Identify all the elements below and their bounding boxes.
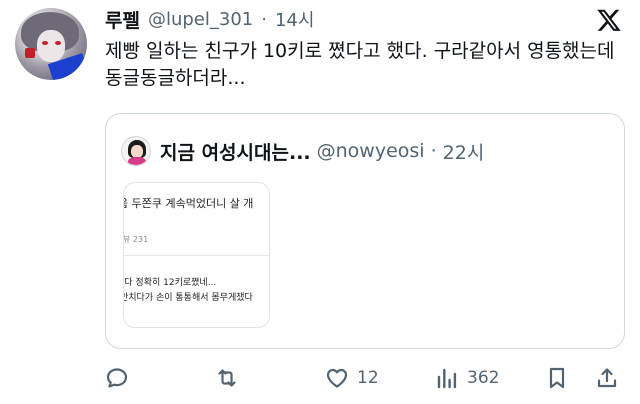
- media-text-line: 만치다가 손이 통통해서 몸무게쟀다: [123, 293, 253, 303]
- quoted-author-handle: @nowyeosi: [316, 140, 425, 162]
- post-text: 제빵 일하는 친구가 10키로 쪘다고 했다. 구라같아서 영통했는데 동글동글…: [105, 40, 615, 89]
- author-avatar[interactable]: [15, 8, 87, 80]
- views-count: 362: [467, 368, 500, 388]
- quoted-post-header: 지금 여성시대는... @nowyeosi · 22시: [160, 136, 484, 166]
- like-button[interactable]: 12: [325, 365, 379, 391]
- heart-icon: [326, 368, 348, 388]
- quoted-post[interactable]: 지금 여성시대는... @nowyeosi · 22시 움 두쫀쿠 계속먹었더니…: [105, 113, 625, 349]
- views-icon: [437, 368, 457, 389]
- avatar-face: [37, 30, 65, 62]
- author-display-name[interactable]: 루펠: [105, 6, 140, 33]
- repost-icon: [218, 369, 236, 387]
- x-logo-icon: [597, 9, 621, 31]
- avatar-eye: [55, 41, 61, 45]
- bookmark-button[interactable]: [545, 365, 569, 391]
- post-header: 루펠 @lupel_301 · 14시: [105, 6, 314, 32]
- media-text-line: 움 두쫀쿠 계속먹었더니 살 개: [123, 197, 254, 210]
- avatar-accent: [25, 48, 35, 58]
- media-divider: [124, 255, 269, 256]
- post-time[interactable]: 14시: [275, 6, 314, 32]
- quoted-author-name: 지금 여성시대는...: [160, 141, 311, 164]
- share-icon: [597, 368, 617, 388]
- reply-icon: [106, 368, 128, 388]
- media-stat: 뷰 231: [123, 235, 149, 244]
- reply-button[interactable]: [105, 365, 129, 391]
- avatar-eye: [42, 41, 48, 45]
- author-handle[interactable]: @lupel_301: [148, 9, 253, 30]
- quoted-media-image[interactable]: 움 두쫀쿠 계속먹었더니 살 개 뷰 231 된다 정확히 12키로쪘네... …: [123, 182, 270, 328]
- quoted-header-separator: ·: [430, 140, 437, 162]
- like-count: 12: [357, 368, 379, 388]
- bookmark-icon: [549, 367, 565, 389]
- quoted-avatar-body: [128, 157, 146, 165]
- views-button[interactable]: 362: [435, 365, 499, 391]
- repost-button[interactable]: [215, 365, 239, 391]
- quoted-author-avatar: [121, 136, 151, 166]
- quoted-post-time: 22시: [442, 141, 485, 164]
- action-bar: 12 362: [105, 365, 625, 391]
- share-button[interactable]: [595, 365, 619, 391]
- media-text-line: 된다 정확히 12키로쪘네...: [123, 278, 217, 288]
- header-separator: ·: [261, 8, 267, 30]
